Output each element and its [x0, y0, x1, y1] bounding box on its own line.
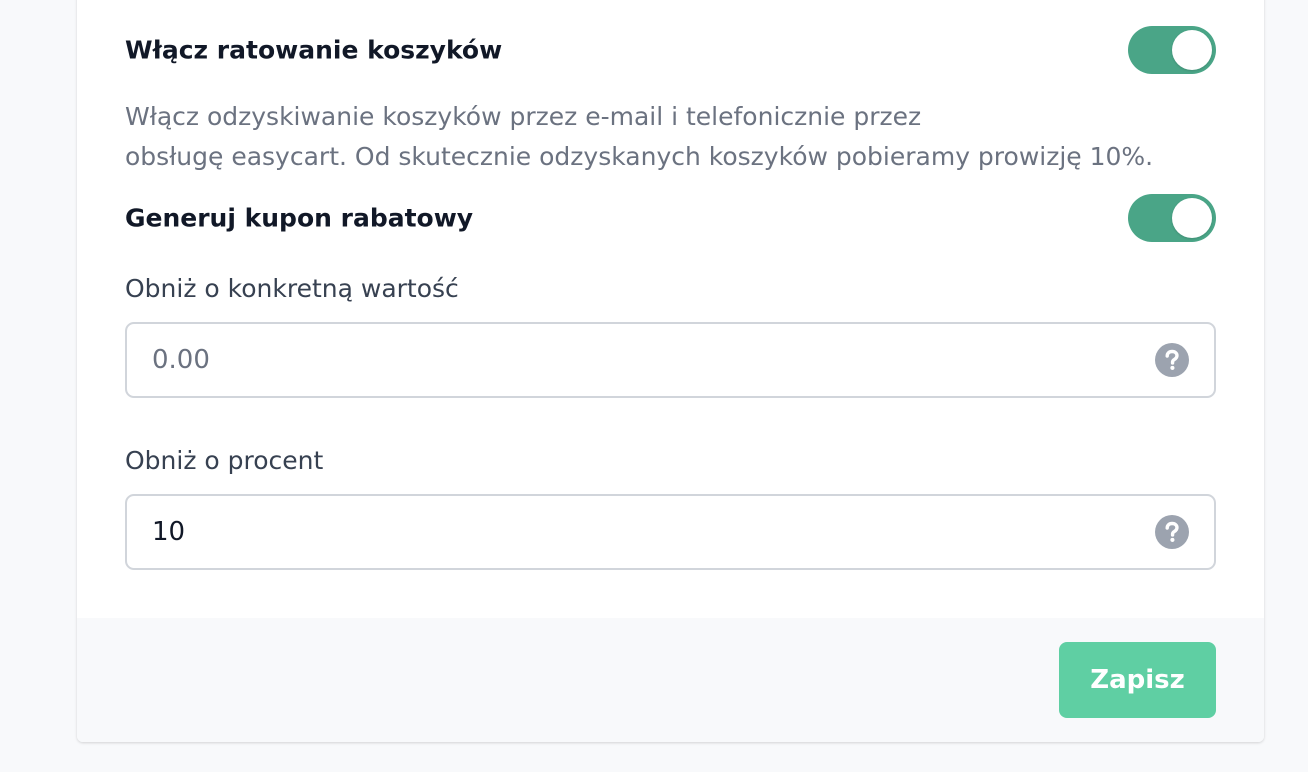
cart-recovery-title: Włącz ratowanie koszyków: [125, 35, 503, 65]
cart-recovery-description: Włącz odzyskiwanie koszyków przez e-mail…: [125, 97, 1225, 177]
save-button[interactable]: Zapisz: [1059, 642, 1216, 718]
fixed-discount-input[interactable]: [127, 324, 1152, 396]
settings-card: Włącz ratowanie koszyków Włącz odzyskiwa…: [77, 0, 1264, 742]
percent-discount-label: Obniż o procent: [125, 446, 324, 475]
cart-recovery-row: Włącz ratowanie koszyków: [125, 25, 1216, 75]
question-circle-icon[interactable]: [1155, 515, 1189, 549]
card-footer: Zapisz: [77, 618, 1264, 742]
percent-discount-field: [125, 494, 1216, 570]
coupon-toggle[interactable]: [1128, 194, 1216, 242]
fixed-discount-field: [125, 322, 1216, 398]
cart-recovery-toggle[interactable]: [1128, 26, 1216, 74]
percent-discount-input[interactable]: [127, 496, 1152, 568]
toggle-knob: [1172, 30, 1212, 70]
coupon-row: Generuj kupon rabatowy: [125, 193, 1216, 243]
coupon-title: Generuj kupon rabatowy: [125, 203, 474, 233]
description-line-1: Włącz odzyskiwanie koszyków przez e-mail…: [125, 102, 922, 131]
description-line-2: obsługę easycart. Od skutecznie odzyskan…: [125, 142, 1154, 171]
fixed-discount-label: Obniż o konkretną wartość: [125, 274, 459, 303]
toggle-knob: [1172, 198, 1212, 238]
question-circle-icon[interactable]: [1155, 343, 1189, 377]
